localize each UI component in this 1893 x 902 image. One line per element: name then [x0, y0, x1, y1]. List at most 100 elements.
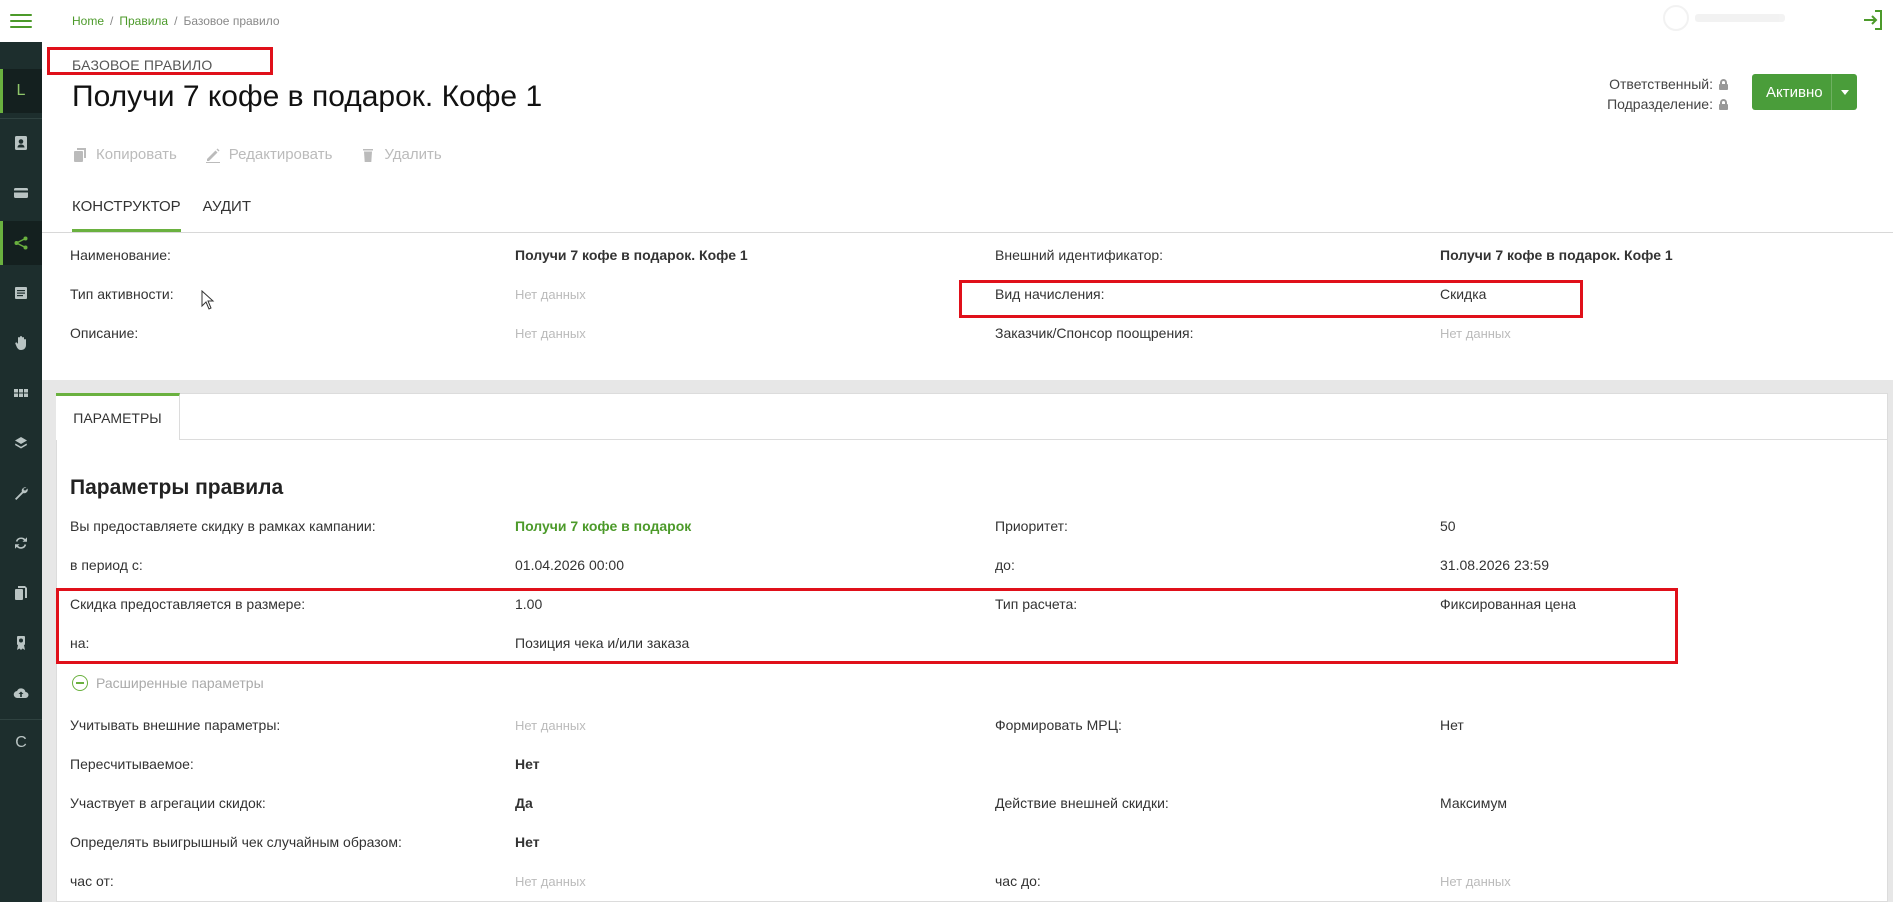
campaign-label: Вы предоставляете скидку в рамках кампан… — [70, 518, 376, 534]
params-panel — [56, 393, 1888, 902]
extended-params-toggle[interactable]: Расширенные параметры — [72, 675, 264, 691]
activity-type-label: Тип активности: — [70, 286, 174, 302]
sidebar-letter-c: C — [15, 734, 27, 751]
sidebar-item-loyalty[interactable]: L — [0, 69, 42, 113]
share-icon — [14, 236, 28, 250]
tab-constructor[interactable]: КОНСТРУКТОР — [72, 198, 181, 232]
copy-icon — [74, 147, 86, 162]
recalc-label: Пересчитываемое: — [70, 756, 194, 772]
external-params-value: Нет данных — [515, 718, 586, 733]
calc-type-value: Фиксированная цена — [1440, 596, 1577, 612]
mrc-label: Формировать МРЦ: — [995, 717, 1122, 733]
page-title: Получи 7 кофе в подарок. Кофе 1 — [72, 80, 543, 113]
user-profile[interactable] — [1663, 5, 1803, 31]
applies-to-label: на: — [70, 635, 90, 651]
card-icon — [14, 188, 28, 198]
copy-button[interactable]: Копировать — [72, 146, 177, 163]
top-bar: Home / Правила / Базовое правило — [42, 0, 1893, 42]
avatar — [1663, 5, 1689, 31]
sidebar-item-c[interactable]: C — [0, 721, 42, 765]
action-toolbar: Копировать Редактировать Удалить — [72, 146, 442, 163]
mrc-value: Нет — [1440, 717, 1464, 733]
edit-label: Редактировать — [228, 146, 333, 163]
sidebar-item-reports[interactable] — [0, 271, 42, 315]
copy-label: Копировать — [96, 146, 177, 163]
external-params-label: Учитывать внешние параметры: — [70, 717, 281, 733]
breadcrumb-current: Базовое правило — [183, 14, 280, 28]
breadcrumb: Home / Правила / Базовое правило — [72, 14, 280, 28]
priority-label: Приоритет: — [995, 518, 1068, 534]
pencil-icon — [205, 148, 220, 163]
sponsor-label: Заказчик/Спонсор поощрения: — [995, 325, 1194, 341]
period-from-value: 01.04.2026 00:00 — [515, 557, 624, 573]
hour-from-value: Нет данных — [515, 874, 586, 889]
sidebar-item-documents[interactable] — [0, 571, 42, 615]
tab-parameters[interactable]: ПАРАМЕТРЫ — [56, 393, 180, 440]
discount-size-label: Скидка предоставляется в размере: — [70, 596, 306, 612]
list-icon — [15, 287, 27, 299]
random-winner-value: Нет — [515, 834, 540, 850]
campaign-link[interactable]: Получи 7 кофе в подарок — [515, 518, 691, 534]
lock-icon — [1719, 78, 1728, 90]
sync-icon — [15, 537, 27, 549]
delete-label: Удалить — [384, 146, 442, 163]
rule-type-label: БАЗОВОЕ ПРАВИЛО — [72, 57, 213, 73]
sidebar-letter-l: L — [16, 82, 26, 99]
cloud-upload-icon — [13, 688, 29, 699]
aggregation-value: Да — [515, 795, 533, 811]
hand-icon — [15, 336, 26, 350]
division-label: Подразделение: — [1607, 96, 1713, 112]
name-value: Получи 7 кофе в подарок. Кофе 1 — [515, 247, 748, 263]
grid-icon — [14, 389, 28, 397]
hamburger-icon[interactable] — [10, 14, 32, 28]
breadcrumb-rules[interactable]: Правила — [119, 14, 168, 28]
edit-button[interactable]: Редактировать — [205, 146, 333, 163]
trash-icon — [363, 148, 374, 162]
sidebar: L C — [0, 42, 42, 902]
sidebar-item-upload[interactable] — [0, 671, 42, 715]
accrual-type-value: Скидка — [1440, 286, 1487, 302]
params-section-title: Параметры правила — [70, 476, 284, 499]
logout-icon — [1864, 10, 1882, 30]
sidebar-item-cards[interactable] — [0, 171, 42, 215]
tab-audit[interactable]: АУДИТ — [203, 198, 251, 232]
mouse-cursor-icon — [201, 290, 215, 310]
random-winner-label: Определять выигрышный чек случайным обра… — [70, 834, 402, 850]
copy-docs-icon — [15, 586, 27, 600]
certificate-icon — [17, 636, 25, 650]
ext-discount-value: Максимум — [1440, 795, 1507, 811]
sidebar-item-requests[interactable] — [0, 321, 42, 365]
delete-button[interactable]: Удалить — [360, 146, 442, 163]
discount-size-value: 1.00 — [515, 596, 543, 612]
accrual-type-label: Вид начисления: — [995, 286, 1105, 302]
sidebar-item-sync[interactable] — [0, 521, 42, 565]
sidebar-item-certificates[interactable] — [0, 621, 42, 665]
sponsor-value: Нет данных — [1440, 326, 1511, 341]
main-tabs: КОНСТРУКТОР АУДИТ — [72, 198, 251, 232]
sidebar-item-layers[interactable] — [0, 421, 42, 465]
ownership-info: Ответственный: Подразделение: — [1607, 74, 1728, 114]
sidebar-item-settings[interactable] — [0, 471, 42, 515]
priority-value: 50 — [1440, 518, 1456, 534]
chevron-down-icon[interactable] — [1831, 74, 1857, 110]
hour-to-value: Нет данных — [1440, 874, 1511, 889]
layers-icon — [15, 437, 27, 449]
responsible-label: Ответственный: — [1609, 76, 1713, 92]
name-label: Наименование: — [70, 247, 171, 263]
lock-icon — [1719, 98, 1728, 110]
sidebar-item-apps[interactable] — [0, 371, 42, 415]
contact-icon — [15, 136, 27, 150]
calc-type-label: Тип расчета: — [995, 596, 1078, 612]
breadcrumb-home[interactable]: Home — [72, 14, 104, 28]
menu-toggle[interactable] — [0, 0, 42, 42]
ext-discount-label: Действие внешней скидки: — [995, 795, 1169, 811]
extended-params-label: Расширенные параметры — [96, 675, 264, 691]
recalc-value: Нет — [515, 756, 540, 772]
logout-button[interactable] — [1861, 8, 1885, 32]
hour-from-label: час от: — [70, 873, 114, 889]
period-to-label: до: — [995, 557, 1015, 573]
sidebar-item-rules[interactable] — [0, 221, 42, 265]
collapse-icon — [72, 675, 88, 691]
status-dropdown-button[interactable]: Активно — [1752, 74, 1857, 110]
sidebar-item-contacts[interactable] — [0, 121, 42, 165]
